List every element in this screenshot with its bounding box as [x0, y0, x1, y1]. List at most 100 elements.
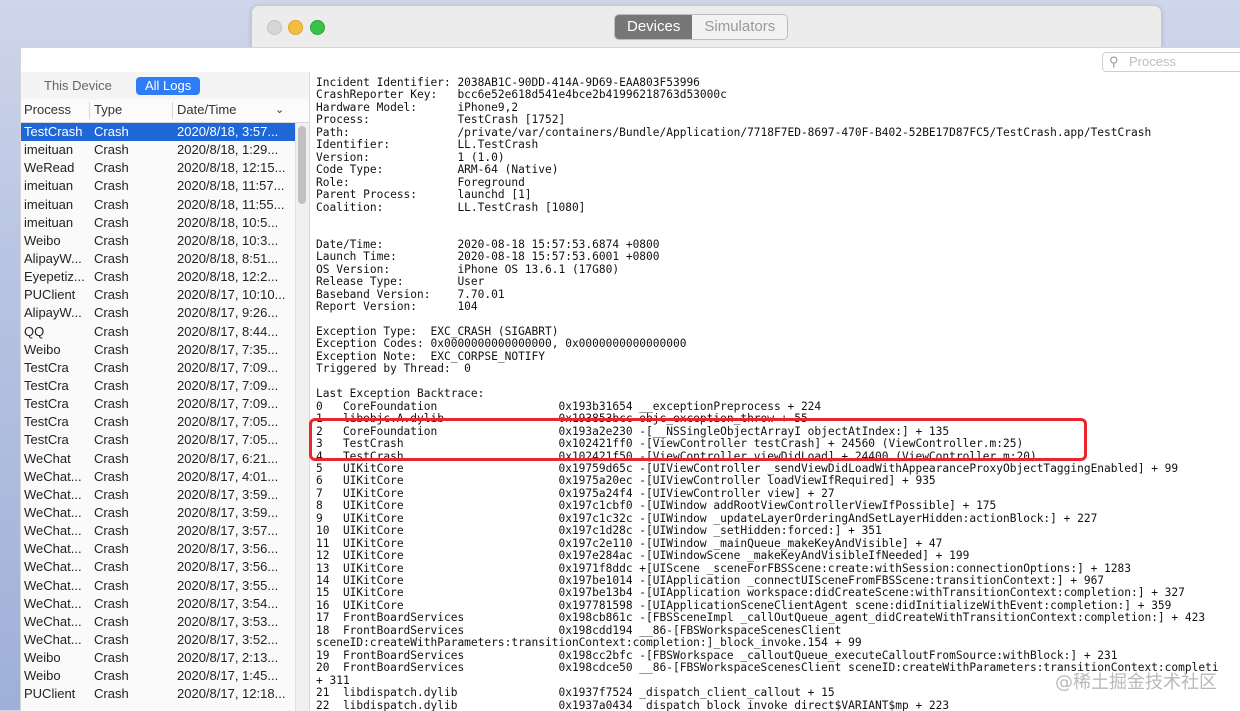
row-date: 2020/8/18, 11:55...: [177, 197, 289, 212]
row-type: Crash: [94, 269, 172, 284]
log-line: 15 UIKitCore 0x197be13b4 -[UIApplication…: [316, 587, 1185, 599]
table-row[interactable]: WeiboCrash2020/8/17, 7:35...: [21, 341, 309, 359]
scrollbar-track[interactable]: [295, 123, 310, 711]
log-line: 21 libdispatch.dylib 0x1937f7524 _dispat…: [316, 687, 835, 699]
table-row[interactable]: WeChat...Crash2020/8/17, 3:54...: [21, 595, 309, 613]
table-row[interactable]: imeituanCrash2020/8/18, 11:57...: [21, 177, 309, 195]
row-type: Crash: [94, 523, 172, 538]
column-type[interactable]: Type: [94, 102, 122, 117]
close-window-icon[interactable]: [267, 20, 282, 35]
row-date: 2020/8/17, 6:21...: [177, 451, 289, 466]
minimize-window-icon[interactable]: [288, 20, 303, 35]
table-row[interactable]: AlipayW...Crash2020/8/18, 8:51...: [21, 250, 309, 268]
table-row[interactable]: TestCraCrash2020/8/17, 7:09...: [21, 359, 309, 377]
row-process: WeChat...: [24, 523, 90, 538]
table-row[interactable]: imeituanCrash2020/8/18, 1:29...: [21, 141, 309, 159]
row-process: TestCrash: [24, 124, 90, 139]
column-process[interactable]: Process: [24, 102, 71, 117]
tab-simulators[interactable]: Simulators: [692, 15, 787, 39]
row-date: 2020/8/18, 8:51...: [177, 251, 289, 266]
table-row[interactable]: WeChat...Crash2020/8/17, 3:53...: [21, 613, 309, 631]
row-type: Crash: [94, 414, 172, 429]
tab-this-device[interactable]: This Device: [35, 77, 121, 95]
row-type: Crash: [94, 197, 172, 212]
tab-devices[interactable]: Devices: [615, 15, 692, 39]
row-date: 2020/8/17, 7:09...: [177, 360, 289, 375]
zoom-window-icon[interactable]: [310, 20, 325, 35]
table-row[interactable]: imeituanCrash2020/8/18, 10:5...: [21, 214, 309, 232]
row-process: WeChat...: [24, 505, 90, 520]
row-date: 2020/8/17, 3:55...: [177, 578, 289, 593]
row-process: imeituan: [24, 142, 90, 157]
row-type: Crash: [94, 650, 172, 665]
crash-log-window: ⚲ Process This Device All Logs Process T…: [20, 47, 1240, 711]
table-row[interactable]: WeChat...Crash2020/8/17, 3:56...: [21, 558, 309, 576]
table-row[interactable]: TestCraCrash2020/8/17, 7:05...: [21, 413, 309, 431]
table-row[interactable]: WeiboCrash2020/8/17, 2:13...: [21, 649, 309, 667]
row-date: 2020/8/17, 12:18...: [177, 686, 289, 701]
table-row[interactable]: Eyepetiz...Crash2020/8/18, 12:2...: [21, 268, 309, 286]
row-type: Crash: [94, 487, 172, 502]
column-divider[interactable]: [172, 102, 173, 119]
table-row[interactable]: AlipayW...Crash2020/8/17, 9:26...: [21, 304, 309, 322]
table-row[interactable]: PUClientCrash2020/8/17, 12:18...: [21, 685, 309, 703]
row-process: AlipayW...: [24, 251, 90, 266]
row-date: 2020/8/17, 7:09...: [177, 396, 289, 411]
table-row[interactable]: WeChatCrash2020/8/17, 6:21...: [21, 450, 309, 468]
log-scope-tabs: This Device All Logs: [21, 72, 309, 100]
row-date: 2020/8/18, 12:2...: [177, 269, 289, 284]
row-date: 2020/8/17, 2:13...: [177, 650, 289, 665]
table-row[interactable]: WeChat...Crash2020/8/17, 4:01...: [21, 468, 309, 486]
row-type: Crash: [94, 541, 172, 556]
row-process: TestCra: [24, 360, 90, 375]
devices-simulators-segment: Devices Simulators: [614, 14, 788, 40]
table-row[interactable]: PUClientCrash2020/8/17, 10:10...: [21, 286, 309, 304]
row-type: Crash: [94, 233, 172, 248]
row-process: TestCra: [24, 396, 90, 411]
table-row[interactable]: WeReadCrash2020/8/18, 12:15...: [21, 159, 309, 177]
scrollbar-thumb[interactable]: [298, 126, 306, 204]
table-row[interactable]: TestCraCrash2020/8/17, 7:05...: [21, 431, 309, 449]
row-process: TestCra: [24, 378, 90, 393]
column-date-time[interactable]: Date/Time: [177, 102, 236, 117]
row-process: imeituan: [24, 215, 90, 230]
row-type: Crash: [94, 142, 172, 157]
sort-chevron-down-icon[interactable]: ⌄: [275, 103, 284, 116]
process-search-input[interactable]: ⚲ Process: [1102, 52, 1240, 72]
table-row[interactable]: WeiboCrash2020/8/17, 1:45...: [21, 667, 309, 685]
log-line: CrashReporter Key: bcc6e52e618d541e4bce2…: [316, 89, 727, 101]
row-type: Crash: [94, 215, 172, 230]
table-row[interactable]: WeChat...Crash2020/8/17, 3:52...: [21, 631, 309, 649]
table-row[interactable]: TestCraCrash2020/8/17, 7:09...: [21, 377, 309, 395]
row-process: WeChat...: [24, 541, 90, 556]
table-row[interactable]: WeChat...Crash2020/8/17, 3:59...: [21, 486, 309, 504]
row-process: WeRead: [24, 160, 90, 175]
row-type: Crash: [94, 287, 172, 302]
table-row[interactable]: WeiboCrash2020/8/18, 10:3...: [21, 232, 309, 250]
log-line: Parent Process: launchd [1]: [316, 189, 532, 201]
table-row[interactable]: WeChat...Crash2020/8/17, 3:56...: [21, 540, 309, 558]
table-row[interactable]: WeChat...Crash2020/8/17, 3:55...: [21, 577, 309, 595]
log-line: 22 libdispatch.dylib 0x1937a0434 _dispat…: [316, 700, 949, 711]
row-date: 2020/8/17, 9:26...: [177, 305, 289, 320]
table-row[interactable]: TestCrashCrash2020/8/18, 3:57...: [21, 123, 309, 141]
column-divider[interactable]: [89, 102, 90, 119]
table-row[interactable]: imeituan Crash 2020/8/18, 11:55...: [21, 196, 309, 214]
row-process: WeChat...: [24, 632, 90, 647]
row-date: 2020/8/17, 3:59...: [177, 487, 289, 502]
table-row[interactable]: WeChat...Crash2020/8/17, 3:57...: [21, 522, 309, 540]
table-row[interactable]: QQCrash2020/8/17, 8:44...: [21, 323, 309, 341]
table-row[interactable]: TestCra Crash 2020/8/17, 7:09...: [21, 395, 309, 413]
row-type: Crash: [94, 668, 172, 683]
row-date: 2020/8/17, 3:52...: [177, 632, 289, 647]
tab-all-logs[interactable]: All Logs: [136, 77, 200, 95]
row-process: PUClient: [24, 686, 90, 701]
row-process: imeituan: [24, 197, 90, 212]
row-date: 2020/8/17, 7:05...: [177, 414, 289, 429]
row-date: 2020/8/18, 11:57...: [177, 178, 289, 193]
highlight-box: [309, 418, 1087, 461]
table-row[interactable]: WeChat...Crash2020/8/17, 3:59...: [21, 504, 309, 522]
row-process: TestCra: [24, 432, 90, 447]
row-type: Crash: [94, 396, 172, 411]
row-process: AlipayW...: [24, 305, 90, 320]
